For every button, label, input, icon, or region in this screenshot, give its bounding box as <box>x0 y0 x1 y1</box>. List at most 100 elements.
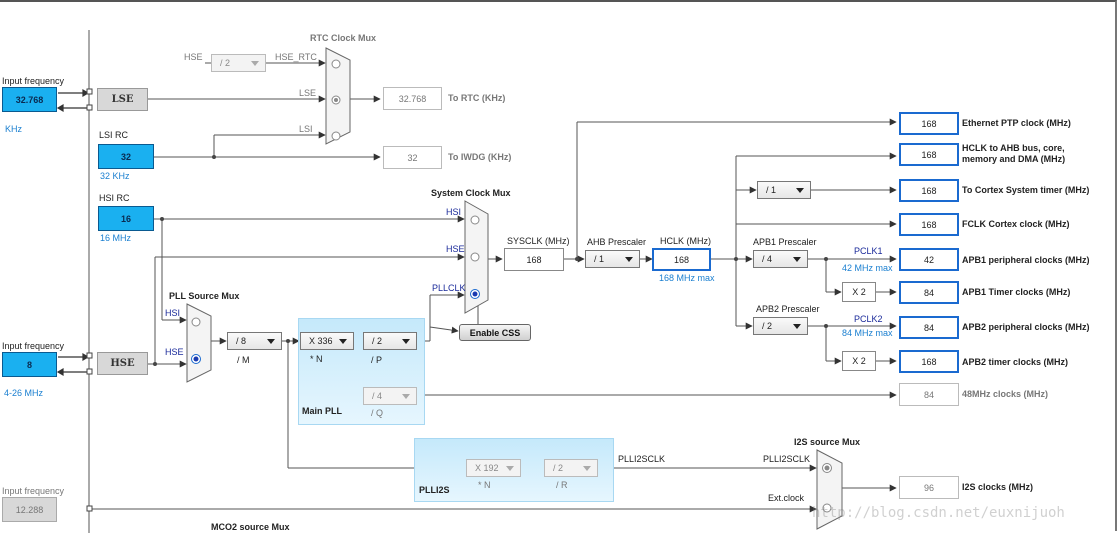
apb2-timer-value[interactable]: 168 <box>899 350 959 373</box>
to-iwdg-label: To IWDG (KHz) <box>448 152 512 162</box>
apb2-prescaler-select[interactable]: / 2 <box>753 317 808 335</box>
to-rtc-label: To RTC (KHz) <box>448 93 506 103</box>
hsi-heading: HSI RC <box>99 193 130 203</box>
48mhz-clocks-value[interactable]: 84 <box>899 383 959 406</box>
hse-rtc-divider-select[interactable]: / 2 <box>211 54 266 72</box>
chevron-down-icon <box>793 257 801 262</box>
plli2sclk-out-label: PLLI2SCLK <box>618 454 666 464</box>
system-clock-mux[interactable] <box>464 200 489 314</box>
pll-src-hsi-label: HSI <box>165 308 181 318</box>
sysmux-hsi-label: HSI <box>446 207 462 217</box>
chevron-down-icon <box>402 339 410 344</box>
apb1-prescaler-select[interactable]: / 4 <box>753 250 808 268</box>
hse-range: 4-26 MHz <box>4 388 44 398</box>
pclk1-max: 42 MHz max <box>842 263 893 273</box>
chevron-down-icon <box>267 339 275 344</box>
pll-p-divider-select[interactable]: / 2 <box>363 332 417 350</box>
hclk-ahb-value[interactable]: 168 <box>899 143 959 166</box>
clock-tree-canvas: Input frequency 32.768 KHz LSE LSI RC 32… <box>0 0 1117 533</box>
sysclk-value: 168 <box>504 248 564 271</box>
lse-oscillator[interactable]: LSE <box>97 88 148 111</box>
pclk2-label: PCLK2 <box>854 314 883 324</box>
plli2s-n-multiplier-select[interactable]: X 192 <box>466 459 521 477</box>
fclk-cortex-value[interactable]: 168 <box>899 213 959 236</box>
apb1-timer-multiplier: X 2 <box>842 282 876 302</box>
apb1-timer-label: APB1 Timer clocks (MHz) <box>962 287 1071 297</box>
pll-q-label: / Q <box>371 408 384 418</box>
lsi-freq: 32 KHz <box>100 171 130 181</box>
apb2-peripheral-value[interactable]: 84 <box>899 316 959 339</box>
rtc-mux-title: RTC Clock Mux <box>310 33 377 43</box>
pll-n-multiplier-select[interactable]: X 336 <box>300 332 354 350</box>
chevron-down-icon <box>339 339 347 344</box>
hclk-value-input[interactable]: 168 <box>652 248 711 271</box>
plli2s-n-label: * N <box>478 480 491 490</box>
apb2-timer-multiplier: X 2 <box>842 351 876 371</box>
ahb-prescaler-select[interactable]: / 1 <box>585 250 640 268</box>
main-pll-title: Main PLL <box>302 406 342 416</box>
pll-src-hse-label: HSE <box>165 347 184 357</box>
hclk-label: HCLK (MHz) <box>660 236 711 246</box>
pll-source-mux[interactable] <box>186 303 212 383</box>
lse-input-heading: Input frequency <box>2 76 65 86</box>
pll-q-divider-select[interactable]: / 4 <box>363 387 417 405</box>
lsi-heading: LSI RC <box>99 130 129 140</box>
plli2s-title: PLLI2S <box>419 485 450 495</box>
chevron-down-icon <box>583 466 591 471</box>
plli2s-r-value: / 2 <box>553 463 564 473</box>
hse-rtc-label: HSE_RTC <box>275 52 317 62</box>
sysmux-pllclk-label: PLLCLK <box>432 283 466 293</box>
cortex-timer-divider-select[interactable]: / 1 <box>757 181 811 199</box>
hclk-ahb-label-line2: memory and DMA (MHz) <box>962 154 1066 164</box>
apb1-timer-value[interactable]: 84 <box>899 281 959 304</box>
ethernet-ptp-clock-label: Ethernet PTP clock (MHz) <box>962 118 1071 128</box>
pll-n-value: X 336 <box>309 336 333 346</box>
ahb-prescaler-label: AHB Prescaler <box>587 237 647 247</box>
cortex-timer-divider-value: / 1 <box>766 185 777 195</box>
ahb-prescaler-value: / 1 <box>594 254 605 264</box>
chevron-down-icon <box>625 257 633 262</box>
plli2s-r-divider-select[interactable]: / 2 <box>544 459 598 477</box>
pll-source-mux-title: PLL Source Mux <box>169 291 240 301</box>
enable-css-button[interactable]: Enable CSS <box>459 324 531 341</box>
pll-n-label: * N <box>310 354 323 364</box>
hse-rtc-divider-value: / 2 <box>220 58 231 68</box>
ext-input-heading: Input frequency <box>2 486 65 496</box>
lse-input-frequency[interactable]: 32.768 <box>2 87 57 112</box>
pll-p-label: / P <box>371 355 383 365</box>
chevron-down-icon <box>251 61 259 66</box>
chevron-down-icon <box>793 324 801 329</box>
hsi-freq: 16 MHz <box>100 233 132 243</box>
i2s-clocks-value[interactable]: 96 <box>899 476 959 499</box>
lse-unit: KHz <box>5 124 23 134</box>
sysmux-hse-label: HSE <box>446 244 465 254</box>
hse-oscillator[interactable]: HSE <box>97 352 148 375</box>
cortex-system-timer-value[interactable]: 168 <box>899 179 959 202</box>
hclk-ahb-label: HCLK to AHB bus, core, <box>962 143 1065 153</box>
apb2-prescaler-value: / 2 <box>762 321 773 331</box>
i2s-source-mux-title: I2S source Mux <box>794 437 861 447</box>
apb1-peripheral-label: APB1 peripheral clocks (MHz) <box>962 255 1090 265</box>
pll-m-divider-select[interactable]: / 8 <box>227 332 282 350</box>
apb1-peripheral-value[interactable]: 42 <box>899 248 959 271</box>
rtc-lse-label: LSE <box>299 88 317 98</box>
rtc-mux[interactable] <box>325 47 351 145</box>
pclk1-label: PCLK1 <box>854 246 883 256</box>
plli2s-n-value: X 192 <box>475 463 499 473</box>
lsi-rc-value: 32 <box>98 144 154 169</box>
i2s-mux-plli2sclk-label: PLLI2SCLK <box>763 454 811 464</box>
cortex-system-timer-label: To Cortex System timer (MHz) <box>962 185 1090 195</box>
rtc-hse-label: HSE <box>184 52 203 62</box>
ext-input-frequency[interactable]: 12.288 <box>2 497 57 522</box>
to-iwdg-value: 32 <box>383 146 442 169</box>
chevron-down-icon <box>506 466 514 471</box>
hse-input-heading: Input frequency <box>2 341 65 351</box>
watermark: http://blog.csdn.net/euxnijuoh <box>812 505 1065 521</box>
pll-m-value: / 8 <box>236 336 247 346</box>
ethernet-ptp-clock-value[interactable]: 168 <box>899 112 959 135</box>
i2s-mux-ext-clock-label: Ext.clock <box>768 493 805 503</box>
fclk-cortex-label: FCLK Cortex clock (MHz) <box>962 219 1070 229</box>
hclk-max: 168 MHz max <box>659 273 715 283</box>
hse-input-frequency[interactable]: 8 <box>2 352 57 377</box>
pll-q-value: / 4 <box>372 391 383 401</box>
